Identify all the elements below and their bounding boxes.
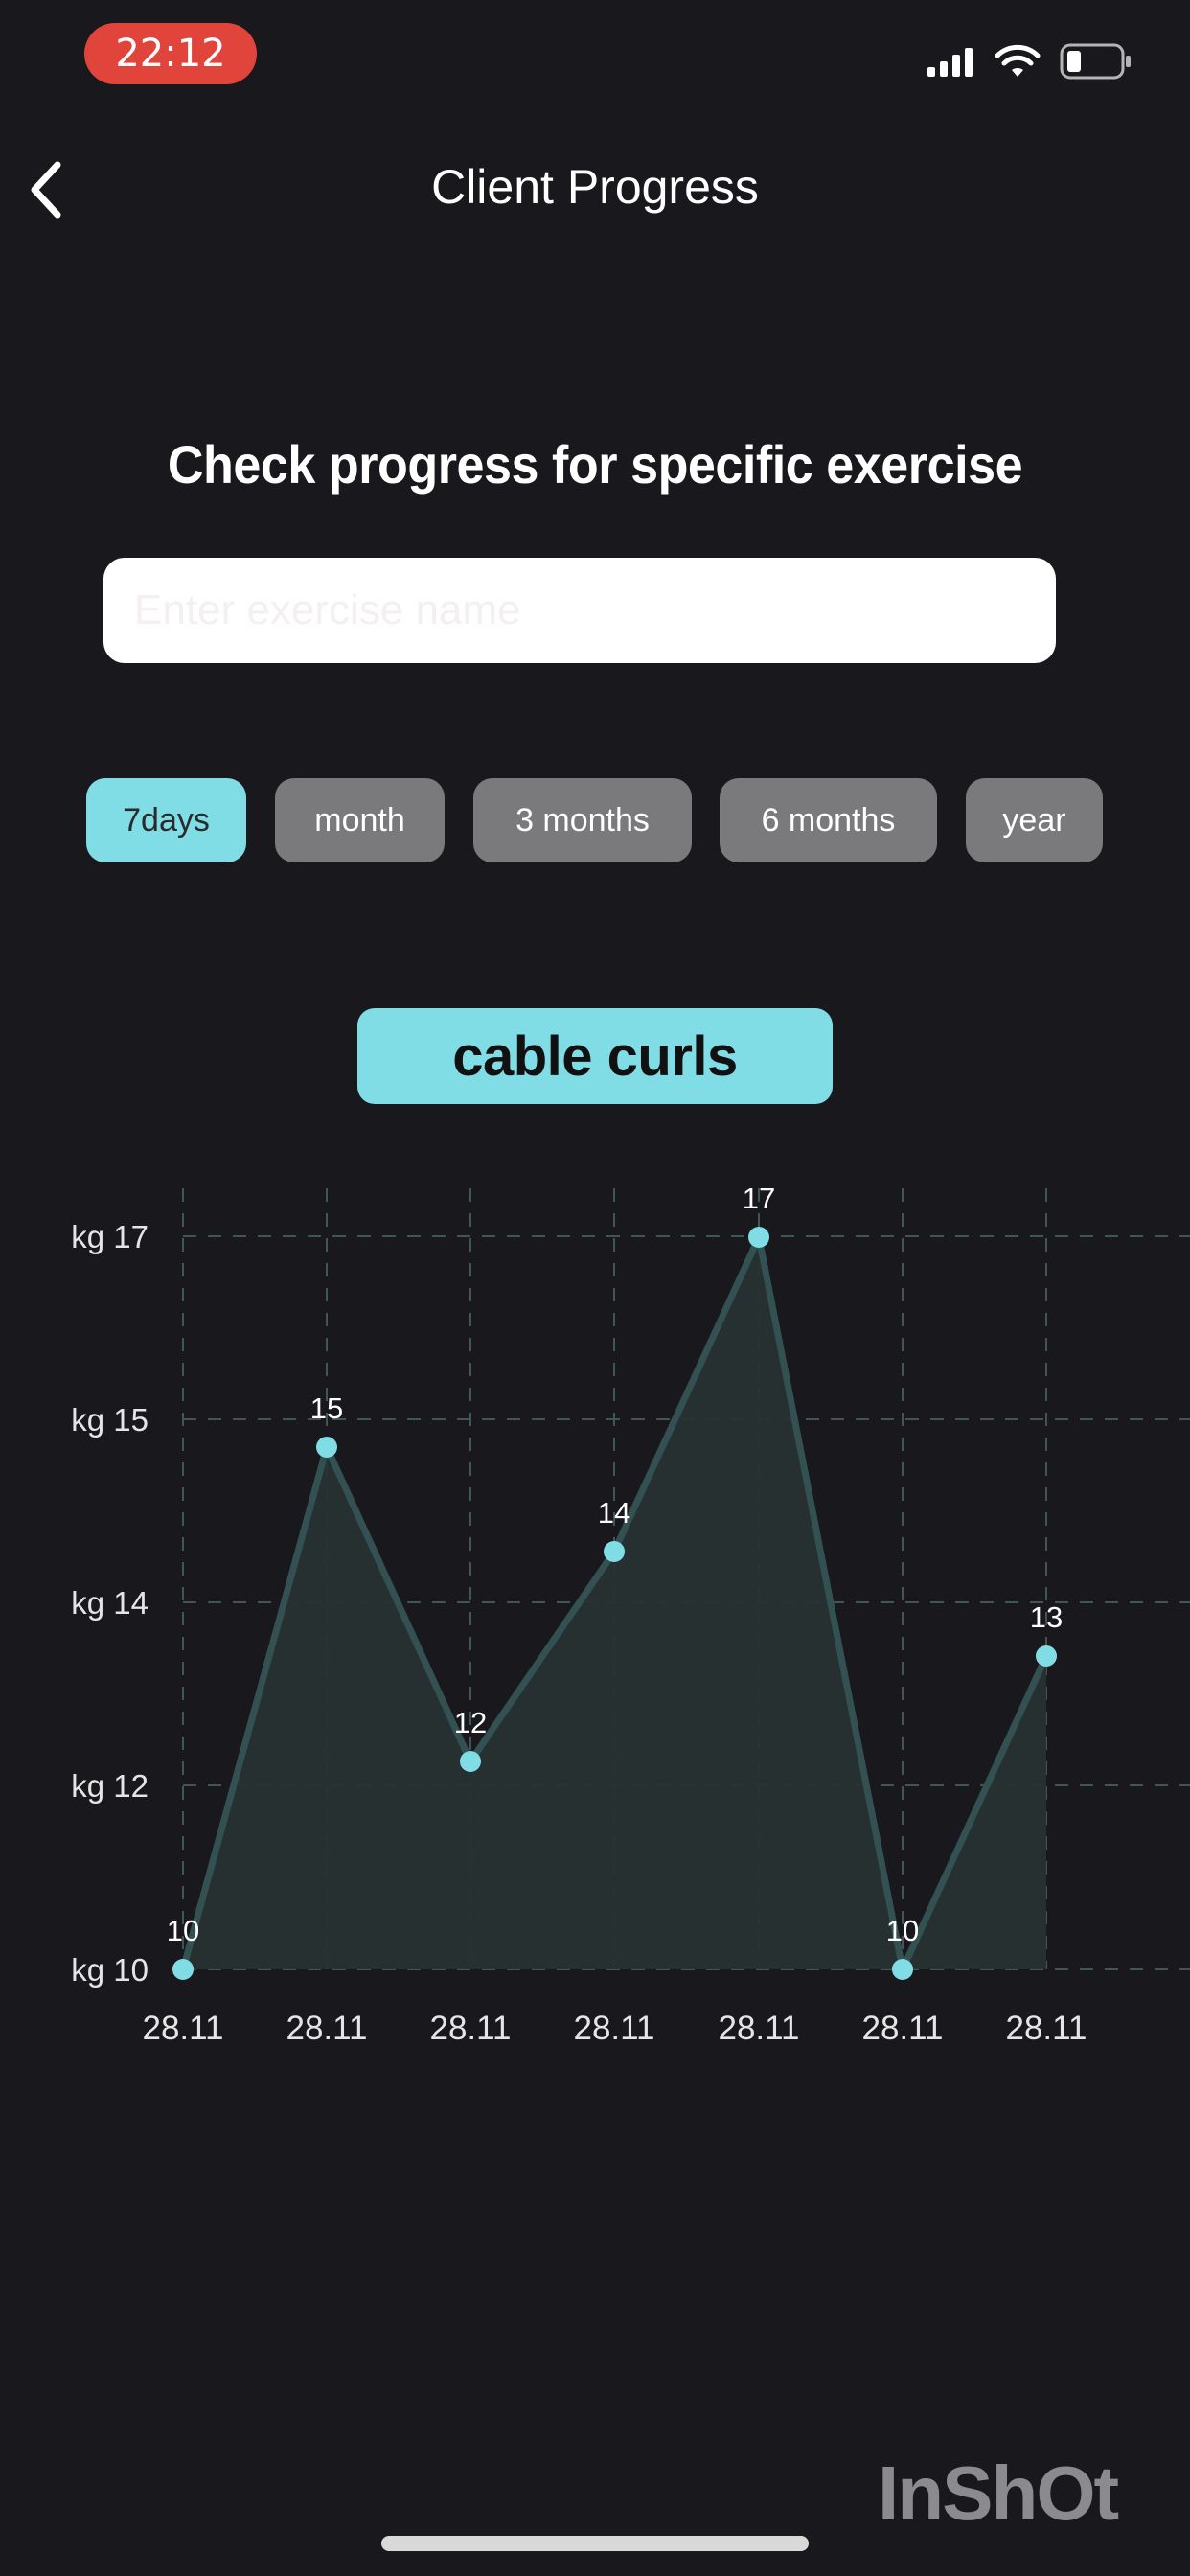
range-month-button[interactable]: month xyxy=(275,778,445,862)
exercise-name-badge: cable curls xyxy=(357,1008,833,1104)
data-point xyxy=(172,1959,194,1980)
progress-chart: kg 10 kg 12 kg 14 kg 15 kg 17 10 15 12 14 17 10 13 2… xyxy=(71,1182,1190,2047)
y-tick-label: kg 14 xyxy=(71,1585,149,1621)
data-label: 15 xyxy=(310,1392,343,1425)
data-label: 10 xyxy=(886,1914,919,1947)
data-point xyxy=(316,1437,337,1458)
x-tick-label: 28.11 xyxy=(143,2010,224,2047)
range-7days-button[interactable]: 7days xyxy=(86,778,246,862)
data-point xyxy=(892,1959,913,1980)
range-6-months-button[interactable]: 6 months xyxy=(720,778,937,862)
home-indicator xyxy=(381,2536,809,2551)
battery-icon xyxy=(1060,43,1131,80)
y-tick-label: kg 12 xyxy=(71,1768,149,1804)
data-point xyxy=(748,1227,769,1248)
wifi-icon xyxy=(995,44,1041,77)
data-label: 10 xyxy=(167,1914,199,1947)
data-label: 12 xyxy=(454,1706,487,1739)
data-point xyxy=(460,1751,481,1772)
range-selector: 7days month 3 months 6 months year xyxy=(0,778,1190,862)
data-label: 13 xyxy=(1030,1600,1063,1634)
x-tick-label: 28.11 xyxy=(1006,2010,1087,2047)
x-tick-label: 28.11 xyxy=(862,2010,944,2047)
data-point xyxy=(1036,1645,1057,1667)
y-tick-label: kg 10 xyxy=(71,1952,149,1988)
cellular-signal-icon xyxy=(927,48,973,77)
data-label: 17 xyxy=(743,1182,775,1215)
data-label: 14 xyxy=(598,1496,630,1530)
status-time: 22:12 xyxy=(84,23,257,84)
section-heading: Check progress for specific exercise xyxy=(167,434,1023,494)
y-tick-label: kg 17 xyxy=(71,1219,149,1254)
x-tick-label: 28.11 xyxy=(430,2010,512,2047)
x-tick-label: 28.11 xyxy=(286,2010,368,2047)
range-year-button[interactable]: year xyxy=(966,778,1103,862)
x-tick-label: 28.11 xyxy=(574,2010,655,2047)
y-tick-label: kg 15 xyxy=(71,1402,149,1438)
range-3-months-button[interactable]: 3 months xyxy=(473,778,692,862)
page-title: Client Progress xyxy=(431,160,759,214)
exercise-name-input[interactable] xyxy=(103,558,1056,663)
x-tick-label: 28.11 xyxy=(719,2010,800,2047)
data-point xyxy=(604,1541,625,1562)
status-icons xyxy=(927,42,1133,80)
inshot-watermark: InShOt xyxy=(878,2450,1119,2536)
